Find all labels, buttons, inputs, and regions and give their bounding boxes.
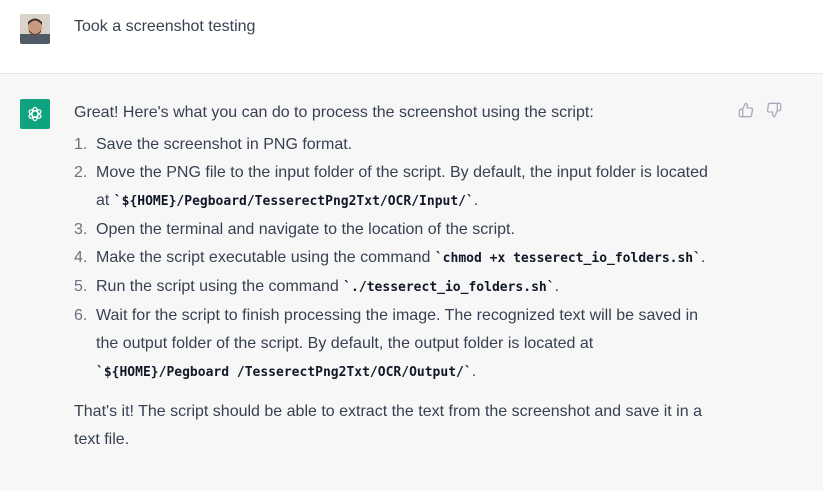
list-item: 1. Save the screenshot in PNG format.	[74, 131, 724, 159]
assistant-message-content: Great! Here's what you can do to process…	[74, 101, 724, 454]
feedback-buttons	[738, 102, 782, 118]
assistant-outro: That's it! The script should be able to …	[74, 403, 702, 448]
step-number: 5.	[74, 278, 88, 295]
step-number: 2.	[74, 164, 88, 181]
list-item: 6. Wait for the script to finish process…	[74, 302, 724, 387]
user-message-row: Took a screenshot testing	[0, 0, 823, 74]
openai-logo-icon	[20, 99, 50, 129]
step-text: Save the screenshot in PNG format.	[96, 136, 353, 153]
inline-code: `./tesserect_io_folders.sh`	[343, 280, 555, 295]
assistant-message-row: Great! Here's what you can do to process…	[0, 74, 823, 491]
step-number: 4.	[74, 249, 88, 266]
step-tail: .	[700, 249, 706, 266]
user-avatar-photo	[20, 14, 50, 44]
step-number: 1.	[74, 136, 88, 153]
list-item: 5. Run the script using the command `./t…	[74, 273, 724, 302]
step-text: Wait for the script to finish processing…	[96, 307, 699, 352]
step-text: Open the terminal and navigate to the lo…	[96, 221, 515, 238]
step-number: 6.	[74, 307, 88, 324]
list-item: 4. Make the script executable using the …	[74, 244, 724, 273]
steps-list: 1. Save the screenshot in PNG format. 2.…	[74, 131, 724, 387]
step-tail: .	[554, 278, 560, 295]
user-avatar	[20, 14, 50, 44]
step-text: Run the script using the command	[96, 278, 344, 295]
list-item: 2. Move the PNG file to the input folder…	[74, 159, 724, 216]
list-item: 3. Open the terminal and navigate to the…	[74, 216, 724, 244]
inline-code: `${HOME}/Pegboard/TesserectPng2Txt/OCR/I…	[113, 194, 474, 209]
inline-code: `${HOME}/Pegboard /TesserectPng2Txt/OCR/…	[96, 365, 472, 380]
inline-code: `chmod +x tesserect_io_folders.sh`	[434, 251, 701, 266]
assistant-intro: Great! Here's what you can do to process…	[74, 104, 594, 121]
thumbs-down-icon[interactable]	[766, 102, 782, 118]
step-text: Make the script executable using the com…	[96, 249, 435, 266]
step-tail: .	[473, 192, 479, 209]
user-message-text: Took a screenshot testing	[74, 18, 256, 35]
step-number: 3.	[74, 221, 88, 238]
thumbs-up-icon[interactable]	[738, 102, 754, 118]
step-tail: .	[471, 363, 477, 380]
